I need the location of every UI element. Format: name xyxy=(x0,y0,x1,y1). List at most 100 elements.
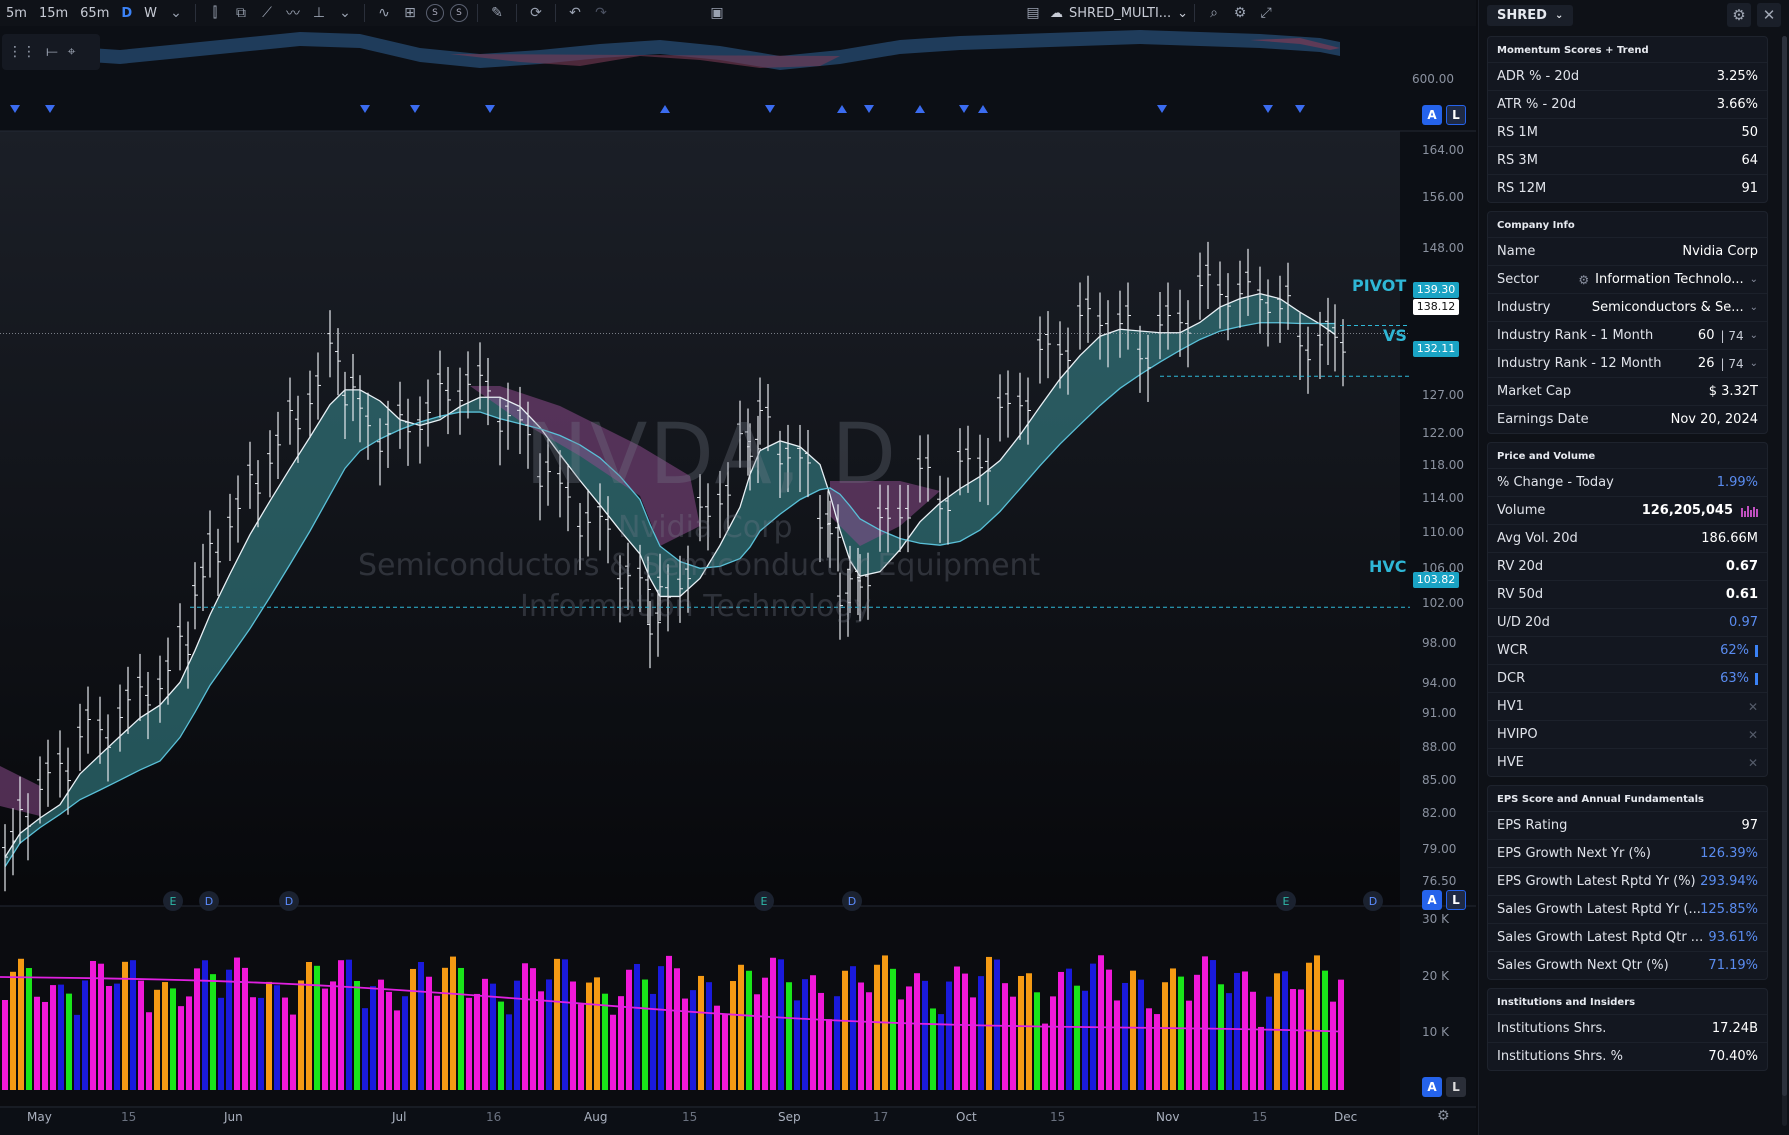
dividend-marker[interactable]: D xyxy=(279,891,299,911)
panel-row[interactable]: RV 50d 0.61 xyxy=(1488,580,1767,608)
panel-row[interactable]: EPS Growth Next Yr (%) 126.39% xyxy=(1488,839,1767,867)
log-scale-button[interactable]: L xyxy=(1446,890,1466,910)
area-style-icon[interactable]: 〰 xyxy=(280,1,306,25)
panel-scrollbar[interactable] xyxy=(1782,36,1787,1126)
layout-name-dropdown[interactable]: ☁ SHRED_MULTI... ⌄ xyxy=(1050,6,1188,21)
fullscreen-icon[interactable]: ⤢ xyxy=(1253,1,1279,25)
panel-row[interactable]: Sales Growth Latest Rptd Qtr ... 93.61% xyxy=(1488,923,1767,951)
calendar-icon[interactable]: ▣ xyxy=(704,1,730,25)
panel-row[interactable]: Avg Vol. 20d 186.66M xyxy=(1488,524,1767,552)
panel-row[interactable]: Institutions Shrs. % 70.40% xyxy=(1488,1042,1767,1070)
earnings-marker[interactable]: E xyxy=(163,891,183,911)
panel-row[interactable]: RS 1M 50 xyxy=(1488,118,1767,146)
chevron-down-icon: ⌄ xyxy=(1749,330,1758,341)
volume-bar xyxy=(1186,1000,1192,1090)
earnings-marker[interactable]: E xyxy=(1276,891,1296,911)
close-icon[interactable]: ✕ xyxy=(1757,3,1781,27)
settings-icon[interactable]: ⚙ xyxy=(1437,1108,1450,1124)
panel-row[interactable]: ATR % - 20d 3.66% xyxy=(1488,90,1767,118)
crosshair-candle-icon[interactable]: ⌖ xyxy=(68,44,76,60)
line-style-icon[interactable]: ⟋ xyxy=(254,1,280,25)
dividend-marker[interactable]: D xyxy=(842,891,862,911)
row-label: Avg Vol. 20d xyxy=(1497,531,1578,546)
price-chart-canvas[interactable] xyxy=(0,26,1476,1135)
chart-area[interactable]: 5m 15m 65m D W ⌄ ⫿ ⧉ ⟋ 〰 ⊥ ⌄ ∿ ⊞ S S ✎ ⟳… xyxy=(0,0,1476,1135)
panel-row[interactable]: DCR 63% xyxy=(1488,664,1767,692)
app-window: 5m 15m 65m D W ⌄ ⫿ ⧉ ⟋ 〰 ⊥ ⌄ ∿ ⊞ S S ✎ ⟳… xyxy=(0,0,1789,1135)
horizontal-line-icon[interactable]: ⟝ xyxy=(46,44,58,60)
study-s-button-1[interactable]: S xyxy=(426,4,445,22)
time-axis-label: Jun xyxy=(224,1110,243,1124)
settings-icon[interactable]: ⚙ xyxy=(1227,1,1253,25)
close-icon: ✕ xyxy=(1747,755,1758,770)
panel-row[interactable]: Earnings Date Nov 20, 2024 xyxy=(1488,405,1767,433)
volume-bar xyxy=(618,996,624,1090)
panel-row[interactable]: Industry Rank - 1 Month 60 | 74 ⌄ xyxy=(1488,321,1767,349)
price-axis-label: 94.00 xyxy=(1422,676,1457,690)
bar-style-icon[interactable]: ⫿ xyxy=(202,1,228,25)
panel-row[interactable]: ADR % - 20d 3.25% xyxy=(1488,62,1767,90)
timeframe-d[interactable]: D xyxy=(115,1,138,25)
panel-row[interactable]: Industry Rank - 12 Month 26 | 74 ⌄ xyxy=(1488,349,1767,377)
panel-row[interactable]: % Change - Today 1.99% xyxy=(1488,468,1767,496)
alert-icon[interactable]: ✎ xyxy=(484,1,510,25)
panel-row[interactable]: HVIPO ✕ xyxy=(1488,720,1767,748)
section-title[interactable]: Company Info xyxy=(1488,212,1767,237)
timeframe-5m[interactable]: 5m xyxy=(0,1,33,25)
chevron-down-icon[interactable]: ⌄ xyxy=(332,1,358,25)
timeframe-15m[interactable]: 15m xyxy=(33,1,74,25)
panel-layout-select[interactable]: SHRED ⌄ xyxy=(1487,4,1574,26)
panel-row[interactable]: Sales Growth Next Qtr (%) 71.19% xyxy=(1488,951,1767,979)
volume-bar xyxy=(818,992,824,1090)
panel-row[interactable]: RS 3M 64 xyxy=(1488,146,1767,174)
ohlc-style-icon[interactable]: ⊥ xyxy=(306,1,332,25)
drag-handle-icon[interactable]: ⋮⋮ xyxy=(8,44,36,60)
timeframe-w[interactable]: W xyxy=(138,1,163,25)
panel-row[interactable]: Institutions Shrs. 17.24B xyxy=(1488,1014,1767,1042)
auto-scale-button[interactable]: A xyxy=(1422,1077,1442,1097)
panel-scrollbar-thumb[interactable] xyxy=(1782,36,1787,1096)
settings-icon[interactable]: ⚙ xyxy=(1727,3,1751,27)
panel-row[interactable]: EPS Rating 97 xyxy=(1488,811,1767,839)
search-icon[interactable]: ⌕ xyxy=(1201,1,1227,25)
auto-scale-button[interactable]: A xyxy=(1422,890,1442,910)
section-title[interactable]: EPS Score and Annual Fundamentals xyxy=(1488,786,1767,811)
dividend-marker[interactable]: D xyxy=(1363,891,1383,911)
panel-row[interactable]: U/D 20d 0.97 xyxy=(1488,608,1767,636)
panel-row[interactable]: Sales Growth Latest Rptd Yr (... 125.85% xyxy=(1488,895,1767,923)
panel-row[interactable]: Industry Semiconductors & Se... ⌄ xyxy=(1488,293,1767,321)
panel-row[interactable]: HV1 ✕ xyxy=(1488,692,1767,720)
panel-row[interactable]: WCR 62% xyxy=(1488,636,1767,664)
panel-row[interactable]: HVE ✕ xyxy=(1488,748,1767,776)
log-scale-button[interactable]: L xyxy=(1446,105,1466,125)
price-axis-label: 91.00 xyxy=(1422,706,1457,720)
templates-icon[interactable]: ⊞ xyxy=(397,1,423,25)
panel-row[interactable]: RS 12M 91 xyxy=(1488,174,1767,202)
panel-row[interactable]: Name Nvidia Corp xyxy=(1488,237,1767,265)
chevron-down-icon[interactable]: ⌄ xyxy=(163,1,189,25)
dividend-marker[interactable]: D xyxy=(199,891,219,911)
volume-bar xyxy=(906,986,912,1090)
panel-row[interactable]: RV 20d 0.67 xyxy=(1488,552,1767,580)
replay-icon[interactable]: ⟳ xyxy=(523,1,549,25)
study-s-button-2[interactable]: S xyxy=(450,4,469,22)
chevron-down-icon: ⌄ xyxy=(1749,274,1758,285)
row-value: 70.40% xyxy=(1708,1049,1758,1064)
auto-scale-button[interactable]: A xyxy=(1422,105,1442,125)
layout-icon[interactable]: ▤ xyxy=(1020,1,1046,25)
undo-icon[interactable]: ↶ xyxy=(562,1,588,25)
timeframe-65m[interactable]: 65m xyxy=(74,1,115,25)
section-title[interactable]: Institutions and Insiders xyxy=(1488,989,1767,1014)
indicators-icon[interactable]: ∿ xyxy=(371,1,397,25)
panel-row[interactable]: Sector ⚙ Information Technolo... ⌄ xyxy=(1488,265,1767,293)
row-value: 1.99% xyxy=(1716,475,1758,490)
section-title[interactable]: Price and Volume xyxy=(1488,443,1767,468)
redo-icon[interactable]: ↷ xyxy=(588,1,614,25)
candle-style-icon[interactable]: ⧉ xyxy=(228,1,254,25)
section-title[interactable]: Momentum Scores + Trend xyxy=(1488,37,1767,62)
panel-row[interactable]: Volume 126,205,045 xyxy=(1488,496,1767,524)
panel-row[interactable]: Market Cap $ 3.32T xyxy=(1488,377,1767,405)
log-scale-button[interactable]: L xyxy=(1446,1077,1466,1097)
earnings-marker[interactable]: E xyxy=(754,891,774,911)
panel-row[interactable]: EPS Growth Latest Rptd Yr (%) 293.94% xyxy=(1488,867,1767,895)
